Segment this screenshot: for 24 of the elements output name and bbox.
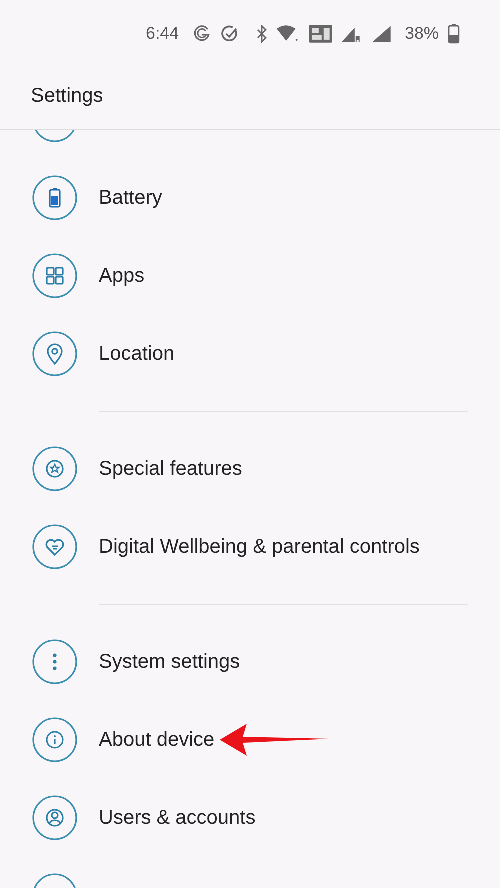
page-title: Settings bbox=[31, 85, 104, 108]
more-icon[interactable] bbox=[32, 639, 78, 685]
volte-icon bbox=[308, 24, 332, 44]
bluetooth-icon bbox=[256, 25, 267, 43]
menu-item[interactable]: About device bbox=[99, 728, 215, 752]
menu-item[interactable]: Battery bbox=[99, 186, 162, 210]
menu-item[interactable]: Digital Wellbeing & parental controls bbox=[99, 536, 420, 558]
battery-icon bbox=[448, 24, 460, 44]
user-icon[interactable] bbox=[32, 795, 78, 841]
menu-item[interactable]: Special features bbox=[99, 458, 242, 480]
menu-item[interactable]: System settings bbox=[99, 650, 240, 674]
signal-icon bbox=[372, 25, 392, 43]
menu-item[interactable]: Apps bbox=[99, 264, 145, 288]
battery-icon[interactable] bbox=[32, 175, 78, 221]
clock-time: 6:44 bbox=[146, 24, 180, 44]
menu-item[interactable]: Location bbox=[99, 342, 175, 366]
location-icon[interactable] bbox=[32, 331, 78, 377]
check-circle-icon bbox=[220, 25, 239, 43]
info-icon[interactable] bbox=[32, 717, 78, 763]
g-logo-icon bbox=[192, 24, 212, 44]
apps-icon[interactable] bbox=[32, 253, 78, 299]
wifi-icon bbox=[276, 25, 300, 43]
menu-item[interactable]: Users & accounts bbox=[99, 806, 256, 830]
battery-percent: 38% bbox=[405, 24, 440, 44]
